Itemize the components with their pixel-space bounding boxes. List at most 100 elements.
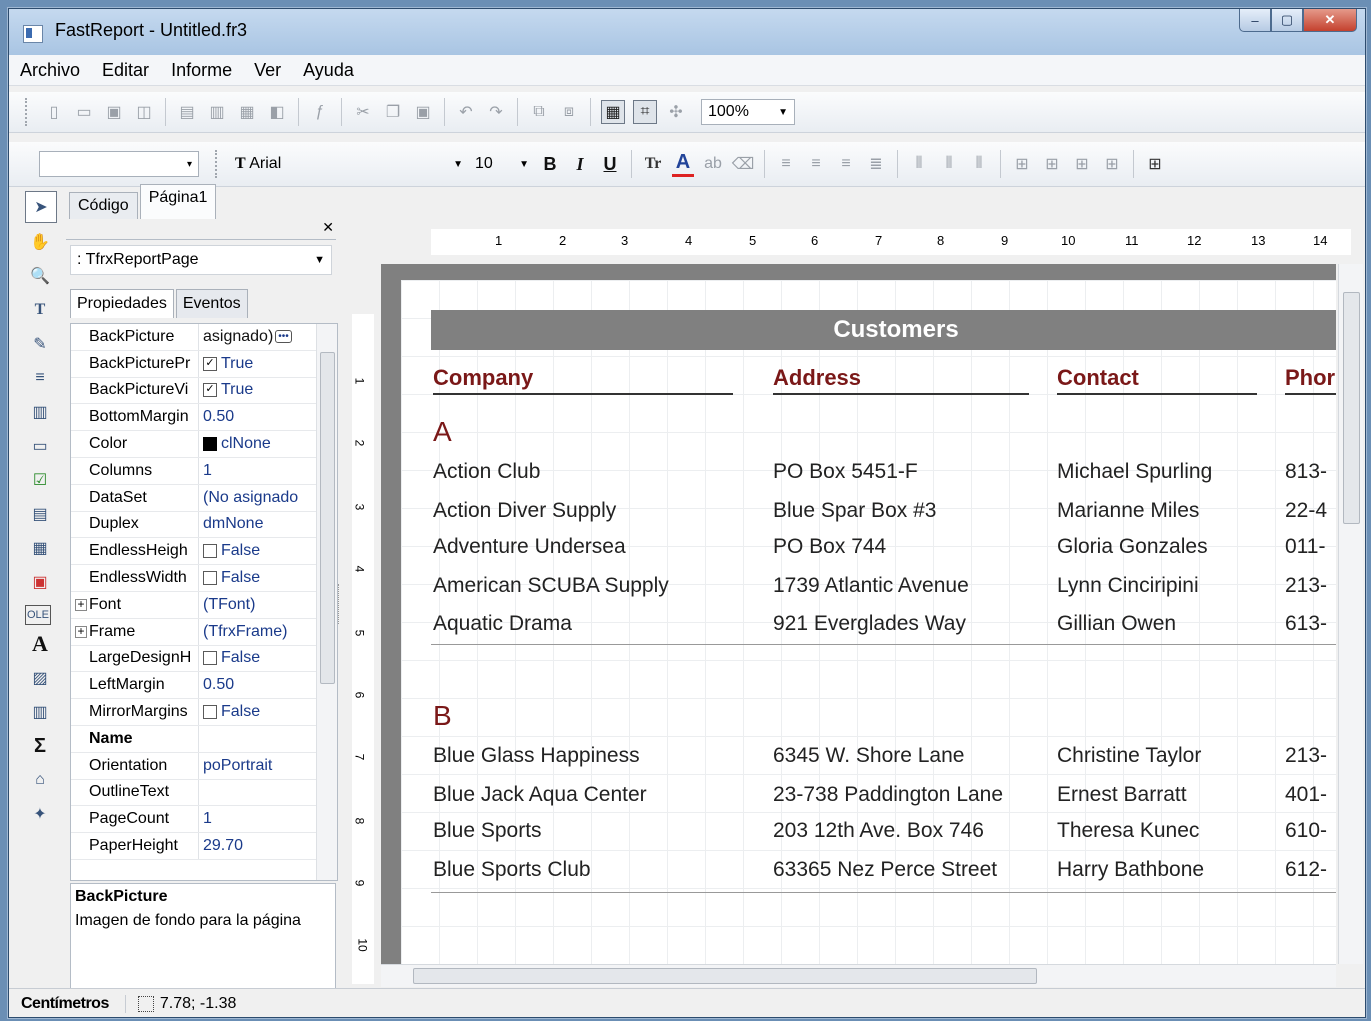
property-row[interactable]: PageCount 1 — [71, 806, 337, 834]
copy-icon[interactable]: ❐ — [382, 101, 404, 123]
property-row[interactable]: Columns 1 — [71, 457, 337, 485]
cell-company[interactable]: Blue Sports — [433, 819, 542, 843]
menu-ayuda[interactable]: Ayuda — [292, 60, 365, 81]
property-row[interactable]: EndlessHeigh False — [71, 538, 337, 566]
property-row[interactable]: PaperHeight 29.70 — [71, 833, 337, 860]
property-row[interactable]: LargeDesignH False — [71, 645, 337, 673]
band-tool-icon[interactable]: ≡ — [25, 363, 55, 393]
property-row[interactable]: Duplex dmNone — [71, 511, 337, 539]
ellipsis-button[interactable]: ••• — [275, 330, 292, 344]
cell-company[interactable]: Action Diver Supply — [433, 499, 616, 523]
cell-phone[interactable]: 613- — [1285, 612, 1327, 636]
sum-tool-icon[interactable]: Σ — [25, 731, 55, 761]
panel-splitter[interactable] — [338, 584, 345, 624]
valign-top-icon[interactable]: ⦀ — [908, 153, 930, 175]
frame-right-icon[interactable]: ⊞ — [1101, 153, 1123, 175]
zoom-tool-icon[interactable]: 🔍 — [25, 261, 55, 291]
cell-phone[interactable]: 011- — [1285, 535, 1325, 559]
subreport-tool-icon[interactable]: ▤ — [25, 499, 55, 529]
fit-grid-icon[interactable]: ✣ — [665, 101, 687, 123]
valign-bottom-icon[interactable]: ⦀ — [968, 153, 990, 175]
cell-phone[interactable]: 401- — [1285, 783, 1327, 807]
barcode-tool-icon[interactable]: ▥ — [25, 697, 55, 727]
property-row[interactable]: BackPictureVi ✓ True — [71, 377, 337, 405]
group-header-b[interactable]: B — [433, 700, 452, 732]
cell-address[interactable]: 6345 W. Shore Lane — [773, 744, 964, 768]
align-grid-icon[interactable]: ⌗ — [633, 100, 657, 124]
scroll-thumb[interactable] — [1343, 292, 1360, 524]
cell-contact[interactable]: Christine Taylor — [1057, 744, 1201, 768]
workspace-vertical-scrollbar[interactable] — [1338, 264, 1363, 964]
property-row[interactable]: EndlessWidth False — [71, 565, 337, 592]
maximize-button[interactable]: ▢ — [1271, 9, 1303, 32]
cell-contact[interactable]: Gloria Gonzales — [1057, 535, 1208, 559]
property-row[interactable]: LeftMargin 0.50 — [71, 672, 337, 700]
ole-tool-icon[interactable]: OLE — [25, 605, 51, 625]
tab-events[interactable]: Eventos — [175, 289, 248, 318]
scroll-thumb[interactable] — [320, 352, 335, 684]
property-row[interactable]: BottomMargin 0.50 — [71, 404, 337, 432]
group-icon[interactable]: ⧉ — [528, 101, 550, 123]
cell-address[interactable]: 63365 Nez Perce Street — [773, 858, 997, 882]
cell-company[interactable]: Blue Glass Happiness — [433, 744, 640, 768]
tab-code[interactable]: Código — [69, 192, 138, 219]
picture-tool-icon[interactable]: ▨ — [25, 663, 55, 693]
report-title[interactable]: Customers — [431, 310, 1336, 350]
cell-contact[interactable]: Harry Bathbone — [1057, 858, 1204, 882]
align-left-icon[interactable]: ≡ — [775, 153, 797, 175]
property-row[interactable]: + Frame (TfrxFrame) — [71, 618, 337, 646]
scroll-thumb[interactable] — [413, 968, 1037, 984]
cross-tool-icon[interactable]: ▦ — [25, 533, 55, 563]
align-right-icon[interactable]: ≡ — [835, 153, 857, 175]
workspace-horizontal-scrollbar[interactable] — [381, 964, 1336, 987]
expand-icon[interactable]: + — [75, 598, 87, 611]
font-size-combo[interactable]: 10 ▼ — [469, 151, 535, 177]
header-contact[interactable]: Contact — [1057, 365, 1257, 395]
open-icon[interactable]: ▭ — [73, 101, 95, 123]
align-center-icon[interactable]: ≡ — [805, 153, 827, 175]
new-page-icon[interactable]: ▤ — [176, 101, 198, 123]
group-header-a[interactable]: A — [433, 416, 452, 448]
new-icon[interactable]: ▯ — [43, 101, 65, 123]
zoom-combo[interactable]: 100% ▼ — [701, 99, 795, 125]
clear-format-icon[interactable]: ⌫ — [732, 153, 755, 175]
wizard-tool-icon[interactable]: ✦ — [25, 799, 55, 829]
close-icon[interactable]: ✕ — [322, 219, 334, 236]
status-unit[interactable]: Centímetros — [9, 994, 126, 1013]
memo-tool-icon[interactable]: ▭ — [25, 431, 55, 461]
ungroup-icon[interactable]: ⧈ — [558, 101, 580, 123]
label-tool-icon[interactable]: A — [25, 629, 55, 659]
property-row[interactable]: DataSet (No asignado — [71, 484, 337, 512]
new-dialog-icon[interactable]: ▥ — [206, 101, 228, 123]
header-phone[interactable]: Phor — [1285, 365, 1336, 395]
cell-phone[interactable]: 813- — [1285, 460, 1327, 484]
frame-top-icon[interactable]: ⊞ — [1011, 153, 1033, 175]
cell-contact[interactable]: Gillian Owen — [1057, 612, 1176, 636]
delete-page-icon[interactable]: ▦ — [236, 101, 258, 123]
menu-informe[interactable]: Informe — [160, 60, 243, 81]
select-tool-icon[interactable]: ➤ — [25, 191, 57, 223]
cell-address[interactable]: 921 Everglades Way — [773, 612, 966, 636]
frame-left-icon[interactable]: ⊞ — [1071, 153, 1093, 175]
cell-phone[interactable]: 22-4 — [1285, 499, 1327, 523]
frame-bottom-icon[interactable]: ⊞ — [1041, 153, 1063, 175]
font-name-combo[interactable]: T Arial ▼ — [229, 151, 469, 177]
property-row[interactable]: BackPicturePr ✓ True — [71, 350, 337, 378]
text-tool-icon[interactable]: T — [25, 295, 55, 325]
bold-button[interactable]: B — [539, 153, 561, 175]
function-icon[interactable]: ƒ — [309, 101, 331, 123]
cell-address[interactable]: PO Box 744 — [773, 535, 886, 559]
menu-archivo[interactable]: Archivo — [9, 60, 91, 81]
cell-phone[interactable]: 610- — [1285, 819, 1327, 843]
cut-icon[interactable]: ✂ — [352, 101, 374, 123]
underline-button[interactable]: U — [599, 153, 621, 175]
property-row[interactable]: + Font (TFont) — [71, 591, 337, 619]
style-combo[interactable]: ▾ — [39, 151, 199, 177]
cell-contact[interactable]: Lynn Cinciripini — [1057, 574, 1199, 598]
property-scrollbar[interactable] — [316, 324, 337, 880]
cell-address[interactable]: 23-738 Paddington Lane — [773, 783, 1003, 807]
rich-text-tool-icon[interactable]: ▣ — [25, 567, 55, 597]
property-row[interactable]: Name — [71, 725, 337, 753]
object-selector[interactable]: : TfrxReportPage ▼ — [70, 245, 332, 275]
cell-address[interactable]: 1739 Atlantic Avenue — [773, 574, 969, 598]
